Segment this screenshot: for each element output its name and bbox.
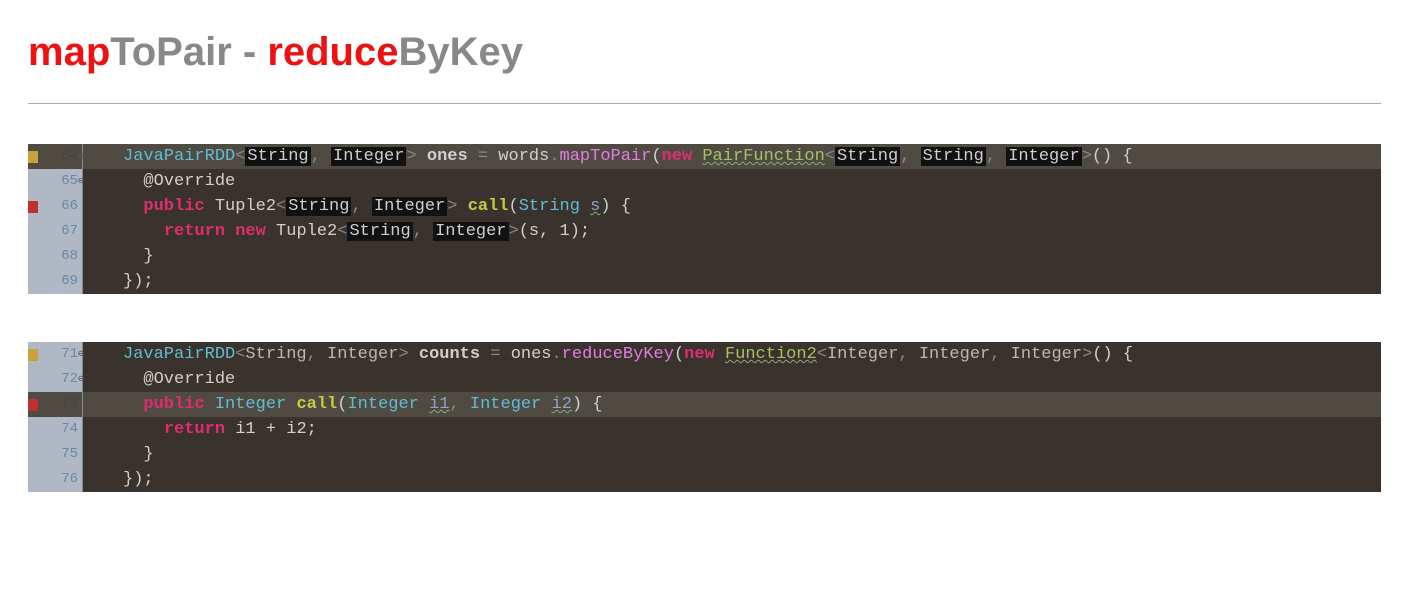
line-number: 68 [28,244,83,269]
line-number: 76 [28,467,83,492]
gutter-warn-icon [28,151,38,163]
line-number: 69 [28,269,83,294]
fold-icon: ⊖ [78,342,84,367]
code-line: 65⊖ @Override [28,169,1381,194]
code-line: 64⊖ JavaPairRDD<String, Integer> ones = … [28,144,1381,169]
divider [28,103,1381,104]
code-line: 76 }); [28,467,1381,492]
code-line: 69 }); [28,269,1381,294]
line-number: 73 [28,392,83,417]
line-number: 66 [28,194,83,219]
fold-icon: ⊖ [78,169,84,194]
line-number: 64⊖ [28,144,83,169]
gutter-error-icon [28,399,38,411]
code-line: 71⊖ JavaPairRDD<String, Integer> counts … [28,342,1381,367]
line-number: 74 [28,417,83,442]
code-block-reducebykey: 71⊖ JavaPairRDD<String, Integer> counts … [28,342,1381,492]
code-line: 75 } [28,442,1381,467]
slide-title: mapToPair - reduceByKey [28,30,1381,75]
code-line: 74 return i1 + i2; [28,417,1381,442]
code-line: 67 return new Tuple2<String, Integer>(s,… [28,219,1381,244]
line-number: 71⊖ [28,342,83,367]
fold-icon: ⊖ [78,144,84,169]
code-line: 66 public Tuple2<String, Integer> call(S… [28,194,1381,219]
line-number: 67 [28,219,83,244]
line-number: 75 [28,442,83,467]
title-part-1: map [28,30,110,74]
line-number: 72⊖ [28,367,83,392]
code-line: 68 } [28,244,1381,269]
title-part-3: reduce [267,30,398,74]
gutter-warn-icon [28,349,38,361]
title-part-4: ByKey [398,30,523,74]
code-block-maptopair: 64⊖ JavaPairRDD<String, Integer> ones = … [28,144,1381,294]
fold-icon: ⊖ [78,367,84,392]
code-line: 72⊖ @Override [28,367,1381,392]
title-part-2: ToPair - [110,30,267,74]
line-number: 65⊖ [28,169,83,194]
gutter-error-icon [28,201,38,213]
code-line: 73 public Integer call(Integer i1, Integ… [28,392,1381,417]
